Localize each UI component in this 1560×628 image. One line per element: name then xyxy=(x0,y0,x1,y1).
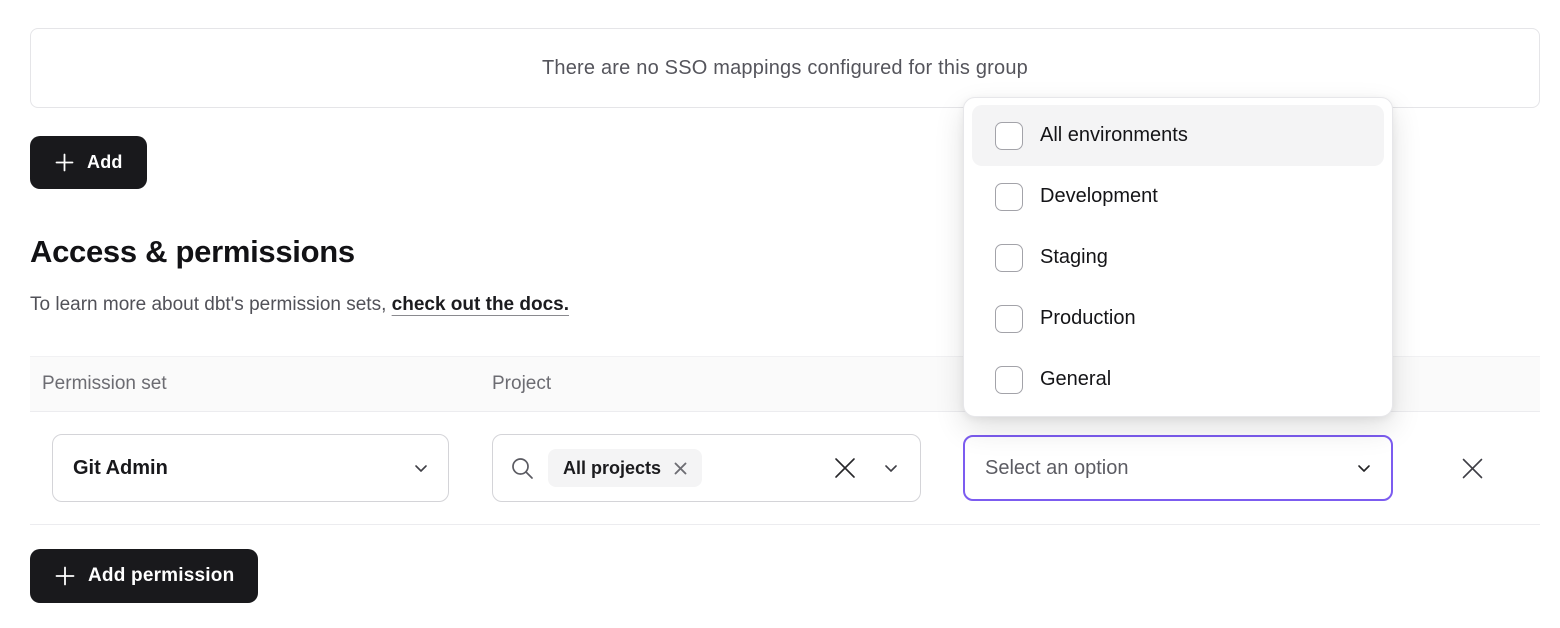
option-label: Staging xyxy=(1040,246,1108,269)
option-label: General xyxy=(1040,368,1111,391)
plus-icon xyxy=(54,565,76,587)
checkbox[interactable] xyxy=(995,122,1023,150)
access-permissions-title: Access & permissions xyxy=(30,234,355,270)
selected-project-chip[interactable]: All projects xyxy=(548,449,702,487)
sso-mappings-empty-box: There are no SSO mappings configured for… xyxy=(30,28,1540,108)
docs-link[interactable]: check out the docs. xyxy=(392,294,569,315)
permission-table-row: Git Admin All projects Select an option xyxy=(30,413,1540,525)
checkbox[interactable] xyxy=(995,183,1023,211)
add-sso-mapping-button[interactable]: Add xyxy=(30,136,147,189)
project-multiselect[interactable]: All projects xyxy=(492,434,921,502)
clear-selection-icon[interactable] xyxy=(832,455,858,481)
permission-set-select[interactable]: Git Admin xyxy=(52,434,449,502)
add-button-label: Add xyxy=(87,152,123,173)
subtitle-text: To learn more about dbt's permission set… xyxy=(30,294,386,315)
checkbox[interactable] xyxy=(995,305,1023,333)
chip-remove-icon[interactable] xyxy=(674,462,687,475)
option-label: All environments xyxy=(1040,124,1188,147)
chip-label: All projects xyxy=(563,458,661,479)
option-label: Development xyxy=(1040,185,1158,208)
environment-dropdown-menu: All environments Development Staging Pro… xyxy=(963,97,1393,417)
dropdown-option-development[interactable]: Development xyxy=(972,166,1384,227)
checkbox[interactable] xyxy=(995,244,1023,272)
checkbox[interactable] xyxy=(995,366,1023,394)
column-header-project: Project xyxy=(492,357,551,411)
access-permissions-subtitle: To learn more about dbt's permission set… xyxy=(30,294,569,316)
chevron-down-icon xyxy=(1355,459,1373,477)
search-icon xyxy=(509,455,536,482)
environment-placeholder: Select an option xyxy=(985,457,1355,480)
option-label: Production xyxy=(1040,307,1136,330)
add-permission-button[interactable]: Add permission xyxy=(30,549,258,603)
remove-permission-row-button[interactable] xyxy=(1445,441,1499,495)
dropdown-option-general[interactable]: General xyxy=(972,349,1384,410)
sso-empty-message: There are no SSO mappings configured for… xyxy=(542,57,1028,80)
plus-icon xyxy=(54,152,75,173)
environment-select[interactable]: Select an option xyxy=(963,435,1393,501)
permission-set-value: Git Admin xyxy=(73,457,412,480)
chevron-down-icon xyxy=(882,459,900,477)
chevron-down-icon xyxy=(412,459,430,477)
dropdown-option-all-environments[interactable]: All environments xyxy=(972,105,1384,166)
close-icon xyxy=(1460,456,1485,481)
column-header-permission-set: Permission set xyxy=(42,357,167,411)
dropdown-option-staging[interactable]: Staging xyxy=(972,227,1384,288)
dropdown-option-production[interactable]: Production xyxy=(972,288,1384,349)
add-permission-label: Add permission xyxy=(88,565,234,587)
